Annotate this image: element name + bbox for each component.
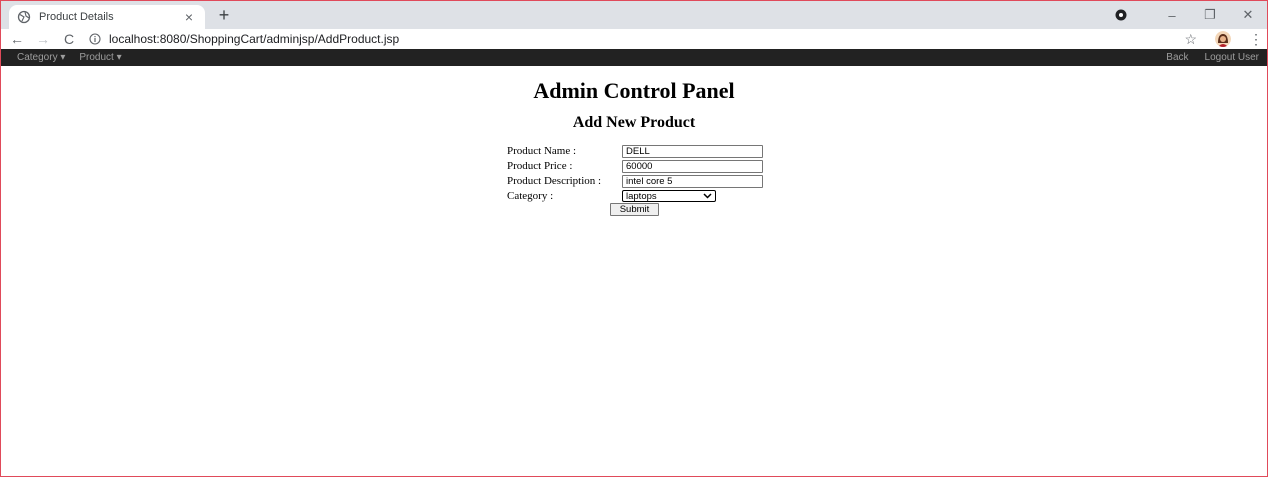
restore-button[interactable]: ❐ bbox=[1191, 1, 1229, 29]
app-navbar: Category ▾ Product ▾ Back Logout User bbox=[1, 49, 1267, 66]
tab-strip: Product Details × + – ❐ ✕ bbox=[1, 1, 1267, 29]
product-price-label: Product Price : bbox=[507, 160, 573, 172]
browser-toolbar: ← → C localhost:8080/ShoppingCart/adminj… bbox=[1, 29, 1267, 49]
product-price-input[interactable] bbox=[622, 159, 763, 173]
page-title: Admin Control Panel bbox=[533, 78, 735, 103]
nav-category-dropdown[interactable]: Category ▾ bbox=[17, 52, 65, 63]
new-tab-button[interactable]: + bbox=[213, 5, 235, 25]
url-text: localhost:8080/ShoppingCart/adminjsp/Add… bbox=[109, 32, 400, 46]
tab-title: Product Details bbox=[39, 11, 114, 23]
chevron-down-icon bbox=[703, 193, 712, 199]
product-description-label: Product Description : bbox=[507, 175, 602, 187]
submit-button[interactable]: Submit bbox=[610, 203, 659, 216]
category-select[interactable]: laptops bbox=[622, 190, 716, 202]
nav-back-link[interactable]: Back bbox=[1166, 52, 1188, 63]
window-controls: – ❐ ✕ bbox=[1115, 1, 1267, 29]
close-tab-icon[interactable]: × bbox=[181, 9, 197, 25]
bookmark-star-icon[interactable]: ☆ bbox=[1184, 31, 1197, 48]
forward-arrow-icon[interactable]: → bbox=[33, 29, 53, 49]
minimize-button[interactable]: – bbox=[1153, 1, 1191, 29]
browser-window: Product Details × + – ❐ ✕ ← → C localhos… bbox=[0, 0, 1268, 477]
nav-product-dropdown[interactable]: Product ▾ bbox=[79, 52, 121, 63]
nav-logout-link[interactable]: Logout User bbox=[1205, 52, 1259, 63]
browser-tab[interactable]: Product Details × bbox=[9, 5, 205, 29]
reload-icon[interactable]: C bbox=[59, 29, 79, 49]
back-arrow-icon[interactable]: ← bbox=[7, 29, 27, 49]
category-label: Category : bbox=[507, 190, 554, 202]
close-window-button[interactable]: ✕ bbox=[1229, 1, 1267, 29]
info-icon[interactable] bbox=[89, 33, 101, 45]
profile-avatar[interactable] bbox=[1215, 31, 1231, 47]
product-name-label: Product Name : bbox=[507, 145, 577, 157]
product-name-input[interactable] bbox=[622, 144, 763, 158]
browser-menu-icon[interactable]: ⋮ bbox=[1249, 31, 1263, 48]
extension-icon[interactable] bbox=[1115, 9, 1127, 21]
product-description-input[interactable] bbox=[622, 174, 763, 188]
globe-icon bbox=[17, 10, 31, 24]
category-selected-value: laptops bbox=[626, 190, 657, 202]
address-bar[interactable]: localhost:8080/ShoppingCart/adminjsp/Add… bbox=[89, 30, 1184, 48]
form-title: Add New Product bbox=[572, 114, 696, 131]
page-content: Admin Control Panel Add New Product Prod… bbox=[1, 66, 1267, 477]
